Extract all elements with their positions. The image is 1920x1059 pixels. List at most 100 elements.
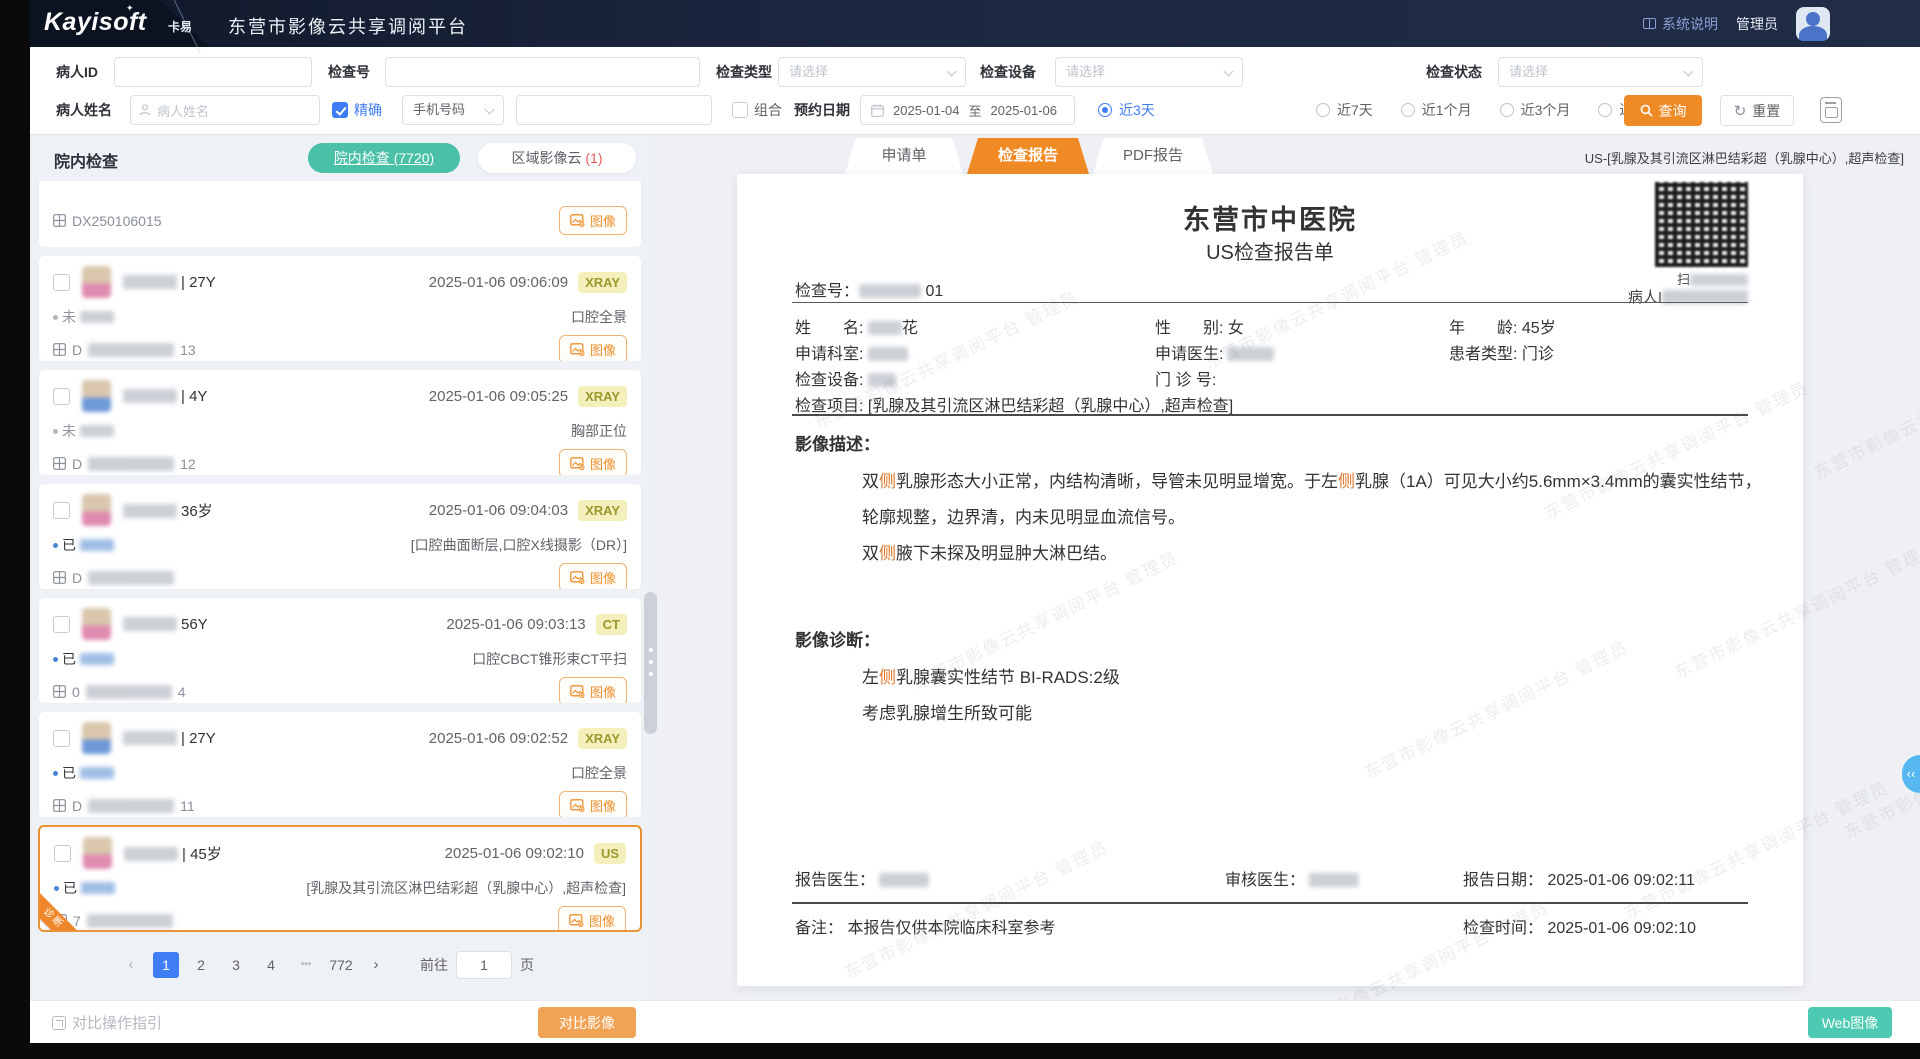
status-dot-icon	[53, 429, 58, 434]
page-title: 东营市影像云共享调阅平台	[228, 13, 468, 39]
accession-visible-prefix: D	[72, 456, 82, 472]
tab-region-cloud[interactable]: 区域影像云 (1)	[478, 143, 636, 173]
exam-list-item-partial[interactable]: DX250106015图像	[38, 180, 642, 248]
patient-name-input[interactable]: 病人姓名	[130, 95, 320, 125]
search-button[interactable]: 查询	[1624, 95, 1702, 126]
exam-list-sidebar: 院内检查 院内检查 (7720) 区域影像云 (1) DX250106015图像…	[30, 136, 650, 1000]
image-button[interactable]: 图像	[559, 206, 627, 235]
redacted-status	[81, 882, 115, 894]
avatar[interactable]	[1796, 7, 1830, 41]
pagination-page[interactable]: 1	[153, 952, 179, 978]
exam-card-row-main: | 45岁2025-01-06 09:02:10US	[54, 837, 626, 869]
exam-list-item[interactable]: | 27Y2025-01-06 09:06:09XRAY未口腔全景D13图像	[38, 255, 642, 362]
modality-tag: XRAY	[578, 386, 627, 407]
patient-id-input[interactable]	[114, 57, 312, 87]
field-outpatient-no: 门 诊 号:	[1155, 366, 1216, 390]
accession-grid-icon	[53, 799, 66, 812]
tab-pdf-report[interactable]: PDF报告	[1093, 138, 1213, 174]
quick-range-option[interactable]: 近3个月	[1500, 95, 1571, 125]
status-prefix: 已	[63, 878, 77, 898]
item-checkbox[interactable]	[53, 388, 70, 405]
pagination: ‹1234•••772›前往页	[30, 951, 650, 979]
goto-page-input[interactable]	[456, 951, 512, 979]
redacted-status	[80, 653, 114, 665]
image-button-label: 图像	[590, 682, 616, 701]
web-image-button[interactable]: Web图像	[1808, 1007, 1892, 1038]
reset-button[interactable]: ↻ 重置	[1720, 95, 1794, 126]
pagination-page[interactable]: 4	[258, 952, 284, 978]
image-button[interactable]: 图像	[559, 335, 627, 362]
image-button[interactable]: 图像	[559, 449, 627, 476]
exam-card-meta: 2025-01-06 09:02:52XRAY	[429, 728, 627, 749]
exam-card-row-accession: D12 图像	[53, 449, 627, 476]
image-button-label: 图像	[590, 340, 616, 359]
date-range-picker[interactable]: 2025-01-04 至 2025-01-06	[860, 95, 1075, 125]
item-checkbox[interactable]	[53, 730, 70, 747]
exact-checkbox[interactable]	[332, 102, 348, 118]
appt-date-label: 预约日期	[794, 95, 850, 125]
exam-no-input[interactable]	[385, 57, 700, 87]
highlighted-keyword: 侧	[879, 544, 896, 563]
quick-range-option[interactable]: 近1个月	[1401, 95, 1472, 125]
combo-checkbox[interactable]	[732, 102, 748, 118]
exam-list-item[interactable]: | 27Y2025-01-06 09:02:52XRAY已口腔全景D11图像	[38, 711, 642, 818]
item-checkbox[interactable]	[53, 616, 70, 633]
review-doctor: 审核医生：	[1225, 866, 1359, 890]
sidebar-drag-handle[interactable]	[644, 592, 657, 734]
pagination-next[interactable]: ›	[363, 952, 389, 978]
image-icon	[570, 457, 585, 470]
exam-description: 口腔全景	[571, 763, 627, 783]
image-button[interactable]: 图像	[559, 791, 627, 818]
exam-time: 检查时间： 2025-01-06 09:02:10	[1463, 914, 1696, 938]
item-checkbox[interactable]	[54, 845, 71, 862]
field-project: 检查项目: [乳腺及其引流区淋巴结彩超（乳腺中心）,超声检查]	[795, 392, 1233, 416]
exam-card-row-accession: DX250106015图像	[53, 206, 627, 237]
card-view-toggle-icon[interactable]	[1820, 97, 1842, 123]
compare-guide-link[interactable]: 对比操作指引	[52, 1012, 162, 1033]
image-button-label: 图像	[590, 211, 616, 230]
pagination-page[interactable]: 772	[328, 952, 354, 978]
calendar-icon	[871, 104, 884, 117]
status-prefix: 未	[62, 421, 76, 441]
compare-images-button[interactable]: 对比影像	[538, 1007, 636, 1038]
exam-type-select[interactable]: 请选择	[778, 57, 966, 87]
item-checkbox[interactable]	[53, 502, 70, 519]
phone-input[interactable]	[516, 95, 712, 125]
accession-number: D12	[53, 456, 196, 472]
exam-datetime: 2025-01-06 09:03:13	[446, 616, 585, 633]
radio-icon	[1401, 103, 1415, 117]
redacted-name	[123, 389, 177, 403]
item-checkbox[interactable]	[53, 274, 70, 291]
report-text-segment: 腋下未探及明显肿大淋巴结。	[896, 544, 1117, 563]
exam-device-select[interactable]: 请选择	[1055, 57, 1243, 87]
redacted-text	[88, 343, 174, 357]
image-icon	[570, 799, 585, 812]
exam-list-item[interactable]: | 45岁2025-01-06 09:02:10US已[乳腺及其引流区淋巴结彩超…	[38, 825, 642, 932]
quick-range-option[interactable]: 近7天	[1316, 95, 1373, 125]
app-window: ✦ Kayisoft 卡易 东营市影像云共享调阅平台 系统说明 管理员 病人ID…	[0, 0, 1920, 1059]
combo-label: 组合	[754, 101, 782, 119]
tab-application-form[interactable]: 申请单	[845, 138, 963, 174]
image-button[interactable]: 图像	[558, 906, 626, 932]
tab-hospital-exams[interactable]: 院内检查 (7720)	[308, 143, 460, 173]
image-button-label: 图像	[589, 911, 615, 930]
image-button[interactable]: 图像	[559, 677, 627, 704]
phone-type-select[interactable]: 手机号码	[402, 95, 504, 125]
redacted-status	[80, 539, 114, 551]
modality-tag: CT	[596, 614, 627, 635]
image-button[interactable]: 图像	[559, 563, 627, 590]
report-divider	[792, 302, 1748, 303]
quick-range-selected[interactable]: 近3天	[1098, 95, 1155, 125]
system-help-link[interactable]: 系统说明	[1643, 14, 1718, 34]
pagination-prev[interactable]: ‹	[118, 952, 144, 978]
filter-panel: 病人ID 检查号 检查类型 请选择 检查设备 请选择 检查状态 请选择 病人姓名…	[30, 47, 1920, 135]
exam-description: 胸部正位	[571, 421, 627, 441]
pagination-page[interactable]: 3	[223, 952, 249, 978]
exam-list-item[interactable]: 56Y2025-01-06 09:03:13CT已口腔CBCT锥形束CT平扫04…	[38, 597, 642, 704]
exam-status-select[interactable]: 请选择	[1498, 57, 1703, 87]
exam-list-item[interactable]: 36岁2025-01-06 09:04:03XRAY已[口腔曲面断层,口腔X线摄…	[38, 483, 642, 590]
tab-exam-report[interactable]: 检查报告	[967, 138, 1089, 174]
pagination-page[interactable]: 2	[188, 952, 214, 978]
exam-list-item[interactable]: | 4Y2025-01-06 09:05:25XRAY未胸部正位D12图像	[38, 369, 642, 476]
report-text-segment: 乳腺囊实性结节 BI-RADS:2级	[896, 668, 1120, 687]
